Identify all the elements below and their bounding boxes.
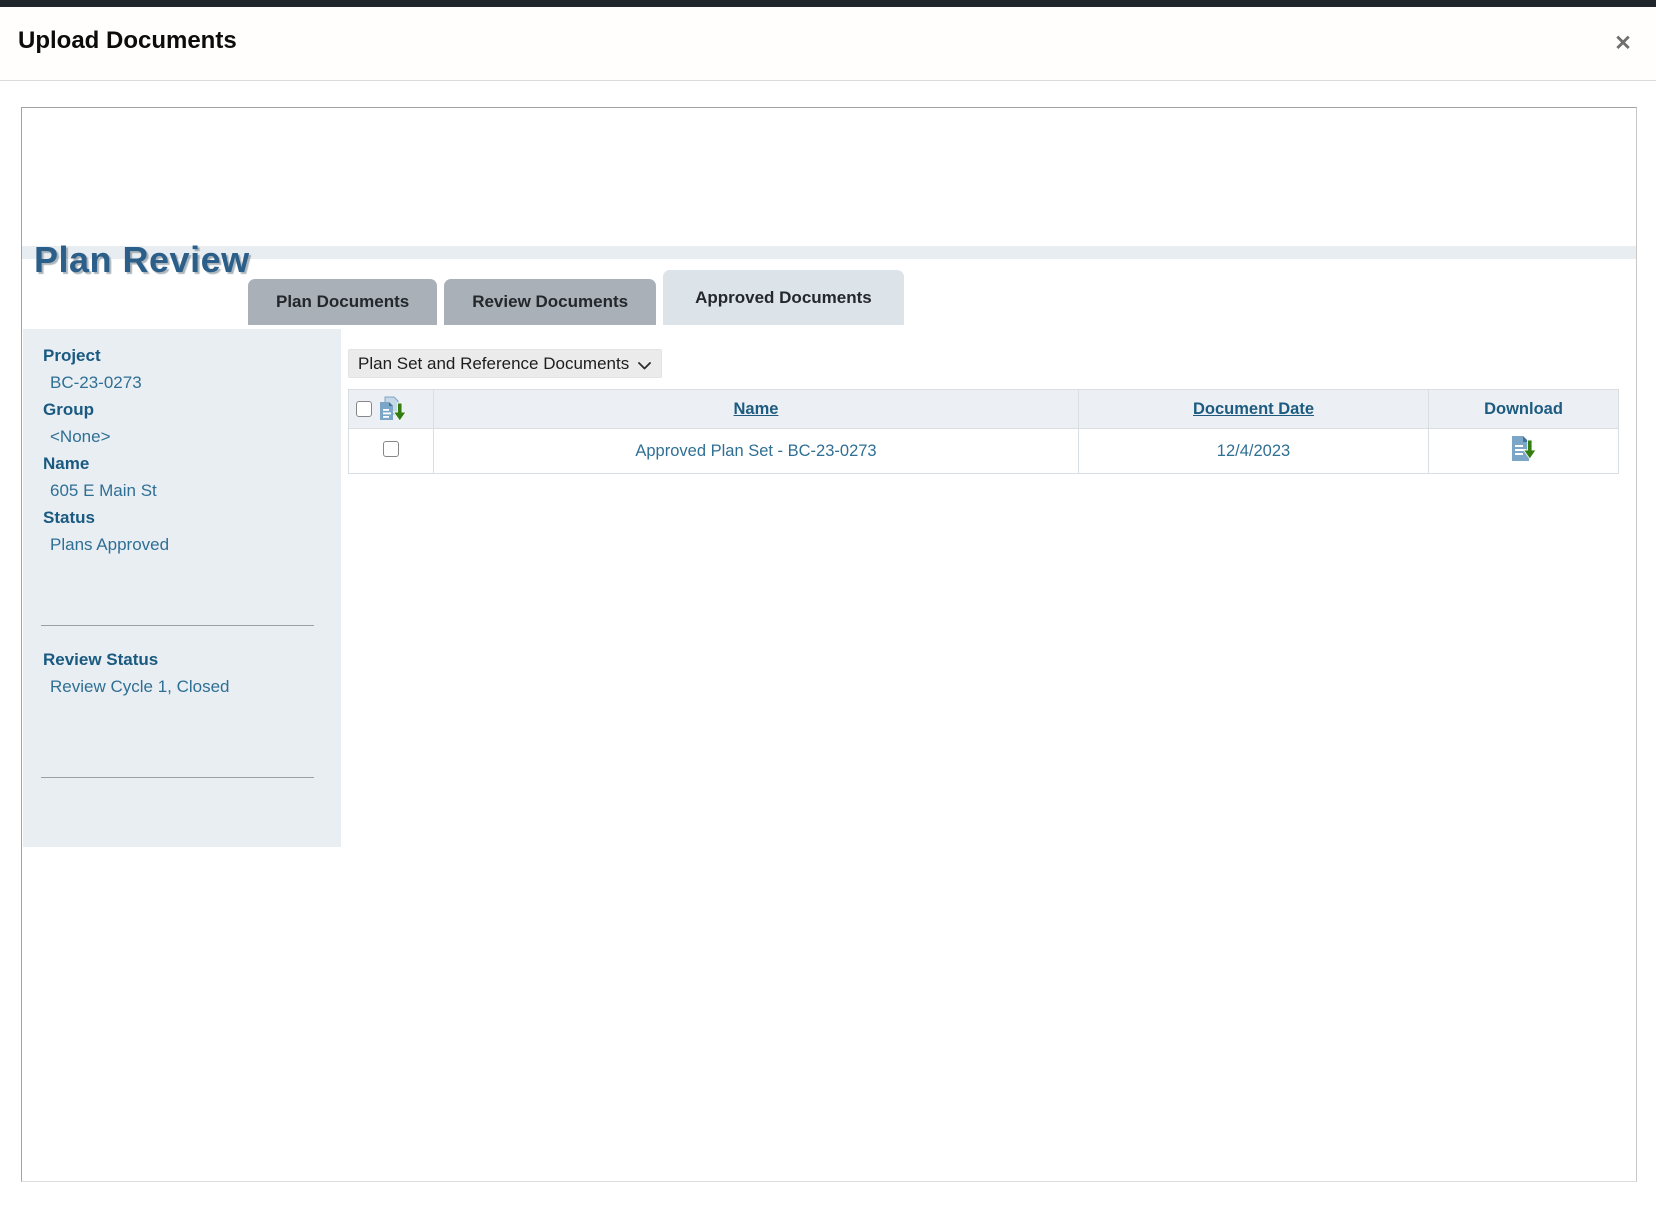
document-type-dropdown[interactable]: Plan Set and Reference Documents: [348, 349, 662, 378]
project-value: BC-23-0273: [50, 369, 341, 396]
document-type-selected: Plan Set and Reference Documents: [358, 354, 629, 374]
column-header-document-date[interactable]: Document Date: [1079, 390, 1429, 429]
tab-bar: Plan Documents Review Documents Approved…: [248, 270, 904, 325]
project-info-sidebar: Project BC-23-0273 Group <None> Name 605…: [23, 329, 341, 847]
tab-review-documents[interactable]: Review Documents: [444, 279, 656, 325]
status-label: Status: [43, 504, 341, 531]
header-band: [22, 246, 1636, 259]
column-header-download: Download: [1429, 390, 1619, 429]
plan-review-panel: Plan Review Plan Documents Review Docume…: [21, 107, 1637, 1182]
window-top-bar: [0, 0, 1656, 7]
download-document-icon[interactable]: [1510, 434, 1537, 463]
status-value: Plans Approved: [50, 531, 341, 558]
document-name-link[interactable]: Approved Plan Set - BC-23-0273: [434, 429, 1079, 474]
group-value: <None>: [50, 423, 341, 450]
select-all-checkbox[interactable]: [356, 401, 372, 417]
tab-plan-documents[interactable]: Plan Documents: [248, 279, 437, 325]
dialog-header: Upload Documents ✕: [0, 7, 1656, 81]
project-label: Project: [43, 342, 341, 369]
page-title: Plan Review: [34, 239, 250, 281]
group-label: Group: [43, 396, 341, 423]
dialog-title: Upload Documents: [18, 27, 237, 55]
close-icon[interactable]: ✕: [1608, 29, 1638, 59]
review-status-value: Review Cycle 1, Closed: [50, 673, 341, 700]
review-status-label: Review Status: [43, 646, 341, 673]
table-row: Approved Plan Set - BC-23-0273 12/4/2023: [349, 429, 1619, 474]
table-header-row: Name Document Date Download: [349, 390, 1619, 429]
approved-documents-table: Name Document Date Download Approved Pla…: [348, 389, 1619, 474]
sidebar-divider: [41, 625, 314, 626]
tab-approved-documents[interactable]: Approved Documents: [663, 270, 904, 325]
name-label: Name: [43, 450, 341, 477]
download-all-documents-icon[interactable]: [377, 396, 408, 423]
column-header-name[interactable]: Name: [434, 390, 1079, 429]
sidebar-divider: [41, 777, 314, 778]
chevron-down-icon: [638, 355, 651, 375]
review-status-block: Review Status Review Cycle 1, Closed: [23, 646, 341, 700]
document-date: 12/4/2023: [1079, 429, 1429, 474]
row-checkbox[interactable]: [383, 441, 399, 457]
name-value: 605 E Main St: [50, 477, 341, 504]
